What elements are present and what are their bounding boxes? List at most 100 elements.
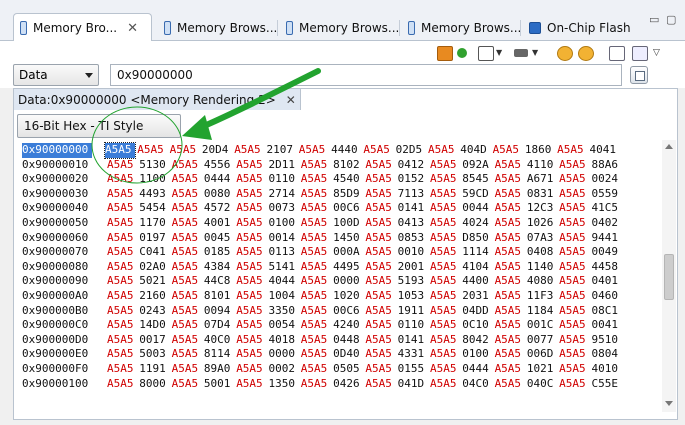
memory-cell[interactable]: 2107 — [266, 143, 298, 158]
memory-cell[interactable]: 2714 — [268, 187, 300, 202]
memory-cell[interactable]: 44C8 — [204, 274, 236, 289]
memory-cell[interactable]: A5A5 — [107, 377, 139, 392]
memory-row[interactable]: 0x90000080 A5A5 02A0 A5A5 4384 A5A5 5141 A5A5 44… — [22, 260, 624, 275]
memory-cell[interactable]: A5A5 — [172, 216, 204, 231]
memory-cell[interactable]: A5A5 — [559, 289, 591, 304]
memory-cell[interactable]: A5A5 — [363, 143, 395, 158]
memory-row[interactable]: 0x900000D0 A5A5 0017 A5A5 40C0 A5A5 4018 A5A5 04… — [22, 333, 624, 348]
memory-row[interactable]: 0x90000100 A5A5 8000 A5A5 5001 A5A5 1350 A5A5 04… — [22, 377, 624, 392]
memory-cell[interactable]: A5A5 — [299, 143, 331, 158]
memory-cell[interactable]: 40C0 — [204, 333, 236, 348]
memory-cell[interactable]: 0444 — [204, 172, 236, 187]
memory-cell[interactable]: 88A6 — [591, 158, 623, 173]
memory-cell[interactable]: 4044 — [268, 274, 300, 289]
memory-cell[interactable]: A5A5 — [172, 201, 204, 216]
memory-cell[interactable]: A5A5 — [430, 274, 462, 289]
memory-cell[interactable]: 02D5 — [396, 143, 428, 158]
memory-cell[interactable]: A5A5 — [137, 143, 169, 158]
memory-row[interactable]: 0x90000040 A5A5 5454 A5A5 4572 A5A5 0073 A5A5 00… — [22, 201, 624, 216]
memory-cell[interactable]: A671 — [527, 172, 559, 187]
memory-cell[interactable]: A5A5 — [559, 172, 591, 187]
memory-cell[interactable]: 1184 — [527, 304, 559, 319]
memory-cell[interactable]: 4041 — [589, 143, 621, 158]
memory-cell[interactable]: A5A5 — [430, 158, 462, 173]
memory-cell[interactable]: 0426 — [333, 377, 365, 392]
memory-cell[interactable]: 4458 — [591, 260, 623, 275]
memory-cell[interactable]: A5A5 — [172, 377, 204, 392]
memory-cell[interactable]: 5454 — [139, 201, 171, 216]
memory-cell[interactable]: A5A5 — [430, 172, 462, 187]
memory-cell[interactable]: 0197 — [139, 231, 171, 246]
view-menu-icon[interactable]: ▽ — [653, 48, 660, 58]
memory-cell[interactable]: 8114 — [204, 347, 236, 362]
memory-cell[interactable]: 1100 — [139, 172, 171, 187]
memory-cell[interactable]: A5A5 — [236, 318, 268, 333]
memory-cell[interactable]: 4331 — [398, 347, 430, 362]
memory-cell[interactable]: 0155 — [398, 362, 430, 377]
memory-cell[interactable]: A5A5 — [301, 347, 333, 362]
memory-cell[interactable]: 0853 — [398, 231, 430, 246]
memory-cell[interactable]: A5A5 — [559, 274, 591, 289]
memory-cell[interactable]: 07D4 — [204, 318, 236, 333]
memory-row[interactable]: 0x90000070 A5A5 C041 A5A5 0185 A5A5 0113 A5A5 00… — [22, 245, 624, 260]
memory-cell[interactable]: 3350 — [268, 304, 300, 319]
memory-cell[interactable]: A5A5 — [365, 187, 397, 202]
memory-cell[interactable]: A5A5 — [559, 245, 591, 260]
export-icon[interactable] — [632, 46, 648, 61]
memory-cell[interactable]: A5A5 — [301, 245, 333, 260]
memory-cell[interactable]: A5A5 — [236, 201, 268, 216]
maximize-icon[interactable]: ▢ — [666, 13, 676, 26]
memory-cell[interactable]: A5A5 — [236, 172, 268, 187]
memory-cell[interactable]: A5A5 — [559, 158, 591, 173]
memory-cell[interactable]: 4384 — [204, 260, 236, 275]
memory-cell[interactable]: A5A5 — [430, 245, 462, 260]
memory-cell[interactable]: A5A5 — [172, 347, 204, 362]
memory-cell[interactable]: 5130 — [139, 158, 171, 173]
memory-cell[interactable]: A5A5 — [495, 201, 527, 216]
memory-cell[interactable]: 0804 — [591, 347, 623, 362]
memory-cell[interactable]: C55E — [591, 377, 623, 392]
memory-cell[interactable]: 4080 — [527, 274, 559, 289]
memory-cell[interactable]: 0077 — [527, 333, 559, 348]
memory-cell[interactable]: A5A5 — [559, 377, 591, 392]
memory-cell[interactable]: A5A5 — [172, 304, 204, 319]
memory-cell[interactable]: A5A5 — [365, 318, 397, 333]
memory-cell[interactable]: 4110 — [527, 158, 559, 173]
memory-cell[interactable]: 0243 — [139, 304, 171, 319]
memory-cell[interactable]: A5A5 — [495, 172, 527, 187]
memory-cell[interactable]: A5A5 — [495, 304, 527, 319]
memory-cell[interactable]: 7113 — [398, 187, 430, 202]
memory-cell[interactable]: A5A5 — [107, 362, 139, 377]
memory-cell[interactable]: 89A0 — [204, 362, 236, 377]
memory-cell[interactable]: 8545 — [462, 172, 494, 187]
memory-cell[interactable]: 0185 — [204, 245, 236, 260]
memory-cell[interactable]: 1114 — [462, 245, 494, 260]
memory-cell[interactable]: 1191 — [139, 362, 171, 377]
tab-memory-browser-1[interactable]: Memory Bro... ✕ — [13, 13, 152, 42]
memory-cell[interactable]: A5A5 — [365, 377, 397, 392]
memory-cell[interactable]: A5A5 — [559, 201, 591, 216]
memory-cell[interactable]: 2031 — [462, 289, 494, 304]
memory-cell[interactable]: A5A5 — [301, 377, 333, 392]
memory-cell[interactable]: 0010 — [398, 245, 430, 260]
memory-cell[interactable]: A5A5 — [104, 142, 136, 159]
go-icon[interactable] — [514, 49, 528, 57]
memory-cell[interactable]: A5A5 — [236, 362, 268, 377]
memory-cell[interactable]: A5A5 — [107, 304, 139, 319]
memory-cell[interactable]: A5A5 — [559, 304, 591, 319]
memory-cell[interactable]: 9510 — [591, 333, 623, 348]
tab-on-chip-flash[interactable]: On-Chip Flash — [523, 15, 631, 40]
memory-cell[interactable]: 1026 — [527, 216, 559, 231]
memory-cell[interactable]: 04C0 — [462, 377, 494, 392]
memory-cell[interactable]: 4440 — [331, 143, 363, 158]
memory-cell[interactable]: 040C — [527, 377, 559, 392]
memory-cell[interactable]: 0C10 — [462, 318, 494, 333]
memory-cell[interactable]: A5A5 — [172, 289, 204, 304]
memory-cell[interactable]: A5A5 — [172, 318, 204, 333]
memory-cell[interactable]: A5A5 — [495, 231, 527, 246]
memory-cell[interactable]: A5A5 — [559, 260, 591, 275]
memory-cell[interactable]: A5A5 — [559, 187, 591, 202]
memory-cell[interactable]: A5A5 — [495, 216, 527, 231]
memory-cell[interactable]: 0444 — [462, 362, 494, 377]
memory-cell[interactable]: A5A5 — [236, 216, 268, 231]
